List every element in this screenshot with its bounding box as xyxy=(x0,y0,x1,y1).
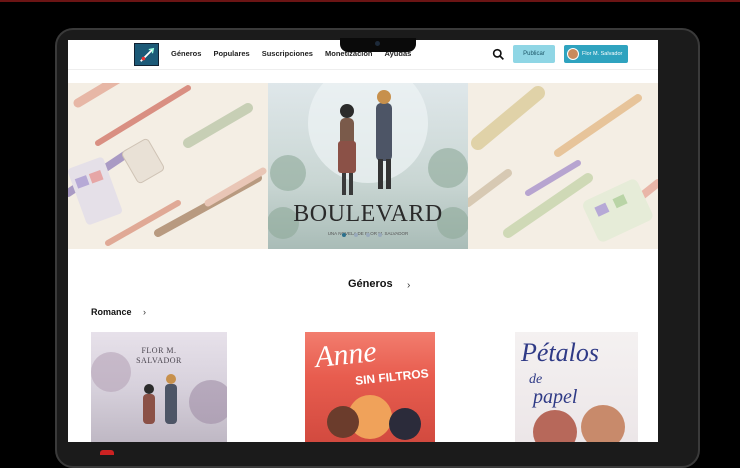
hero-carousel[interactable]: BOULEVARD UNA NOVELA DE FLOR M. SALVADOR xyxy=(68,83,658,249)
carousel-indicators xyxy=(342,233,382,237)
featured-book-cover[interactable]: BOULEVARD UNA NOVELA DE FLOR M. SALVADOR xyxy=(267,83,469,249)
camera-notch xyxy=(340,38,416,52)
quill-logo-icon xyxy=(139,47,154,62)
chevron-right-icon[interactable]: › xyxy=(143,307,146,317)
carousel-dot-2[interactable] xyxy=(354,233,358,237)
nav-populares[interactable]: Populares xyxy=(213,49,249,58)
chevron-right-icon[interactable]: › xyxy=(407,280,410,291)
carousel-dot-3[interactable] xyxy=(366,233,370,237)
window-top-border xyxy=(0,0,740,2)
user-name: Flor M. Salvador xyxy=(582,51,623,57)
carousel-dot-1[interactable] xyxy=(342,233,346,237)
avatar xyxy=(567,48,579,60)
publish-button[interactable]: Publicar xyxy=(513,45,555,63)
search-icon[interactable] xyxy=(492,48,505,61)
camera-icon xyxy=(375,41,380,46)
book-title-line: Pétalos xyxy=(521,338,599,367)
book-card[interactable]: FLOR M. SALVADOR xyxy=(91,332,227,442)
nav-generos[interactable]: Géneros xyxy=(171,49,201,58)
browser-viewport: Géneros Populares Suscripciones Monetiza… xyxy=(68,40,658,442)
site-logo[interactable] xyxy=(134,43,159,66)
user-menu[interactable]: Flor M. Salvador xyxy=(564,45,628,63)
genres-heading[interactable]: Géneros xyxy=(348,278,393,290)
nav-suscripciones[interactable]: Suscripciones xyxy=(262,49,313,58)
book-card[interactable]: Pétalos de papel xyxy=(515,332,638,442)
book-title-line: papel xyxy=(533,386,578,408)
carousel-dot-4[interactable] xyxy=(378,233,382,237)
book-card[interactable]: Anne SIN FILTROS xyxy=(305,332,435,442)
art-supplies-left-image xyxy=(68,83,268,249)
taskbar-indicator xyxy=(100,450,114,455)
art-supplies-right-image xyxy=(468,83,658,249)
featured-title: BOULEVARD xyxy=(293,201,443,227)
book-title-line: Anne xyxy=(313,334,379,375)
book-cover-illustration xyxy=(91,352,227,424)
romance-row-title[interactable]: Romance xyxy=(91,307,132,317)
